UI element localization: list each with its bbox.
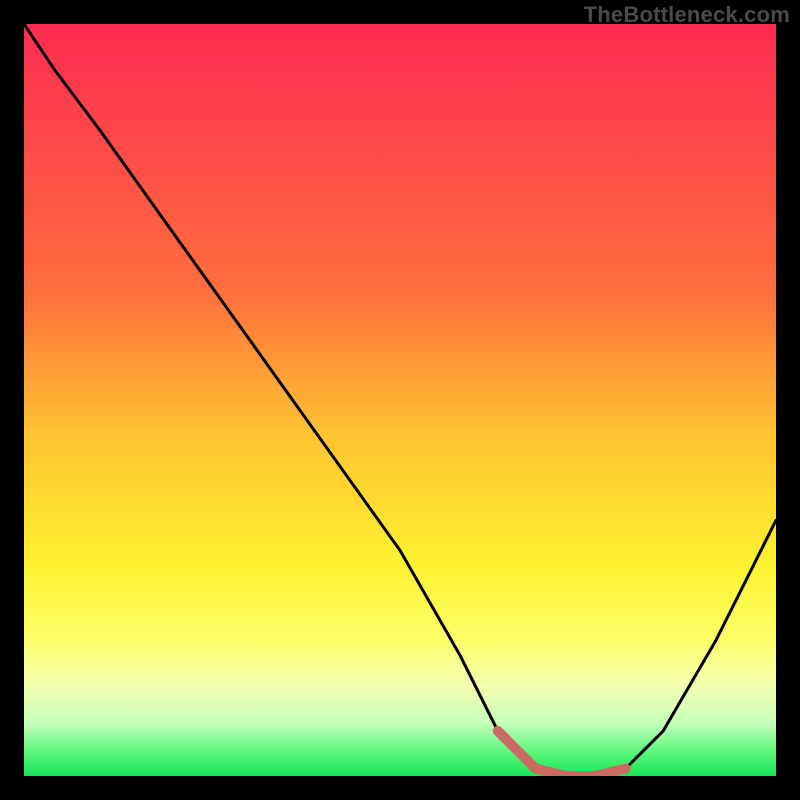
- bottleneck-chart: [24, 24, 776, 776]
- gradient-background: [24, 24, 776, 776]
- chart-frame: [24, 24, 776, 776]
- watermark-text: TheBottleneck.com: [584, 2, 790, 28]
